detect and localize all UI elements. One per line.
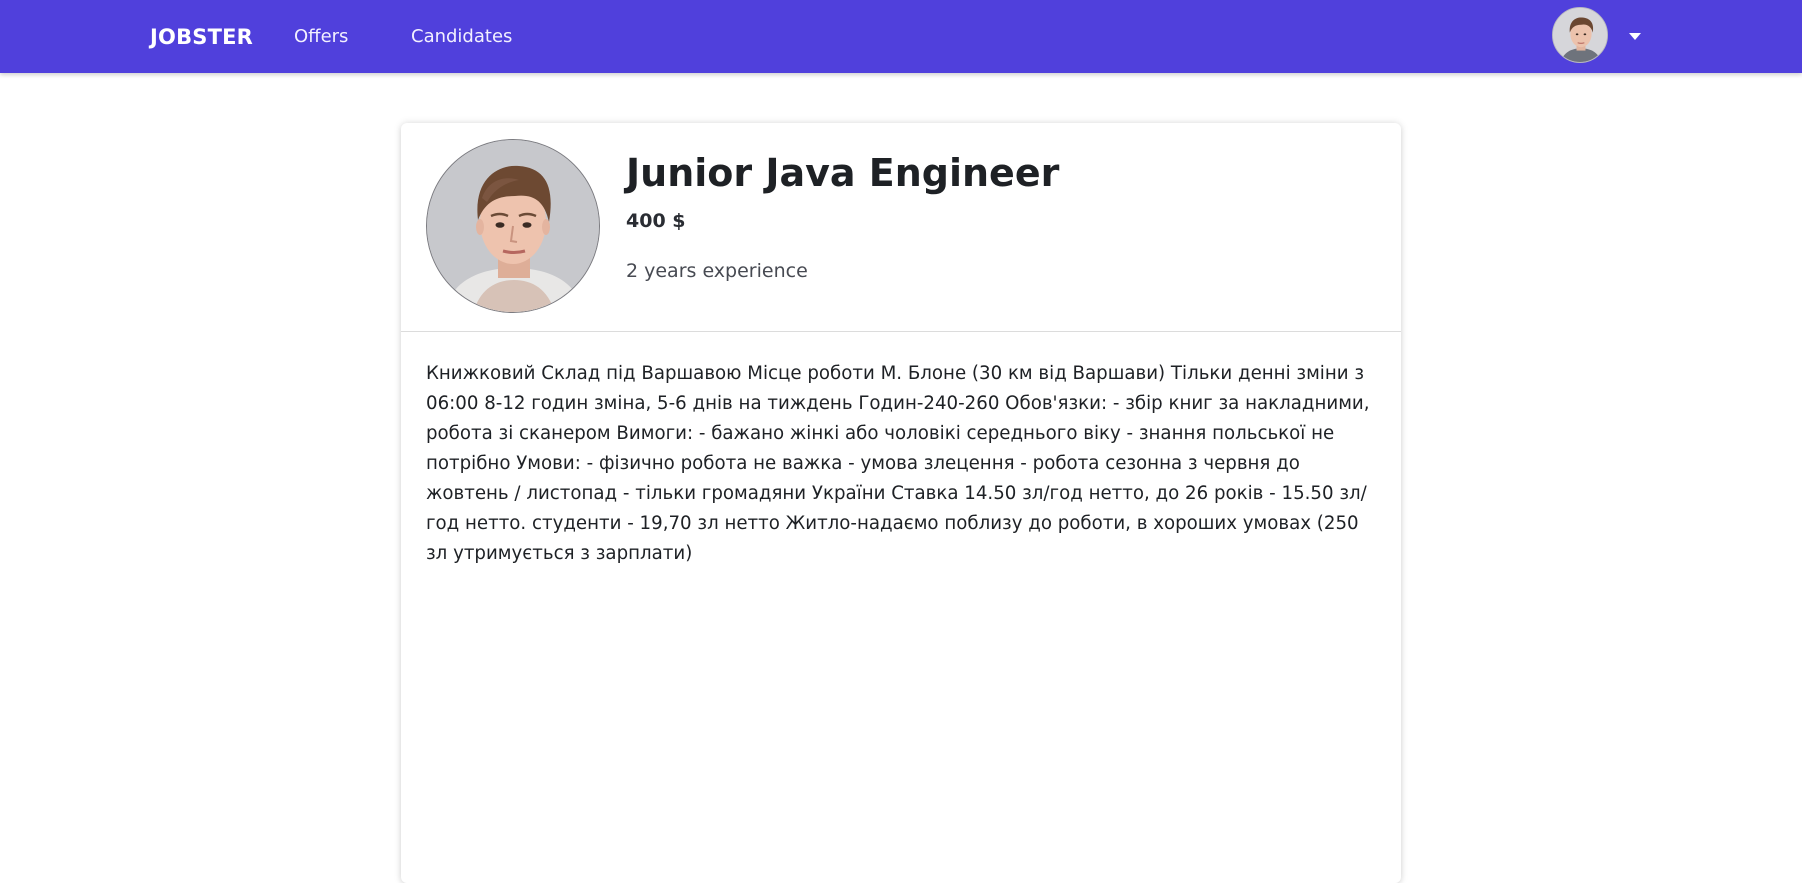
job-title: Junior Java Engineer bbox=[626, 151, 1060, 195]
candidate-photo bbox=[426, 139, 600, 313]
nav-link-candidates[interactable]: Candidates bbox=[411, 25, 512, 49]
brand-logo-link[interactable]: JOBSTER bbox=[150, 24, 253, 50]
caret-down-icon[interactable] bbox=[1629, 33, 1641, 40]
top-navbar: JOBSTER Offers Candidates bbox=[0, 0, 1802, 73]
experience-text: 2 years experience bbox=[626, 260, 808, 282]
nav-link-offers[interactable]: Offers bbox=[294, 25, 348, 49]
job-description: Книжковий Склад під Варшавою Місце робот… bbox=[426, 363, 1370, 564]
user-avatar-icon[interactable] bbox=[1552, 7, 1608, 63]
profile-header: Junior Java Engineer 400 $ 2 years exper… bbox=[401, 123, 1401, 332]
candidate-profile-card: Junior Java Engineer 400 $ 2 years exper… bbox=[401, 123, 1401, 883]
user-menu-toggle[interactable] bbox=[1552, 7, 1644, 65]
salary-value: 400 $ bbox=[626, 210, 686, 232]
